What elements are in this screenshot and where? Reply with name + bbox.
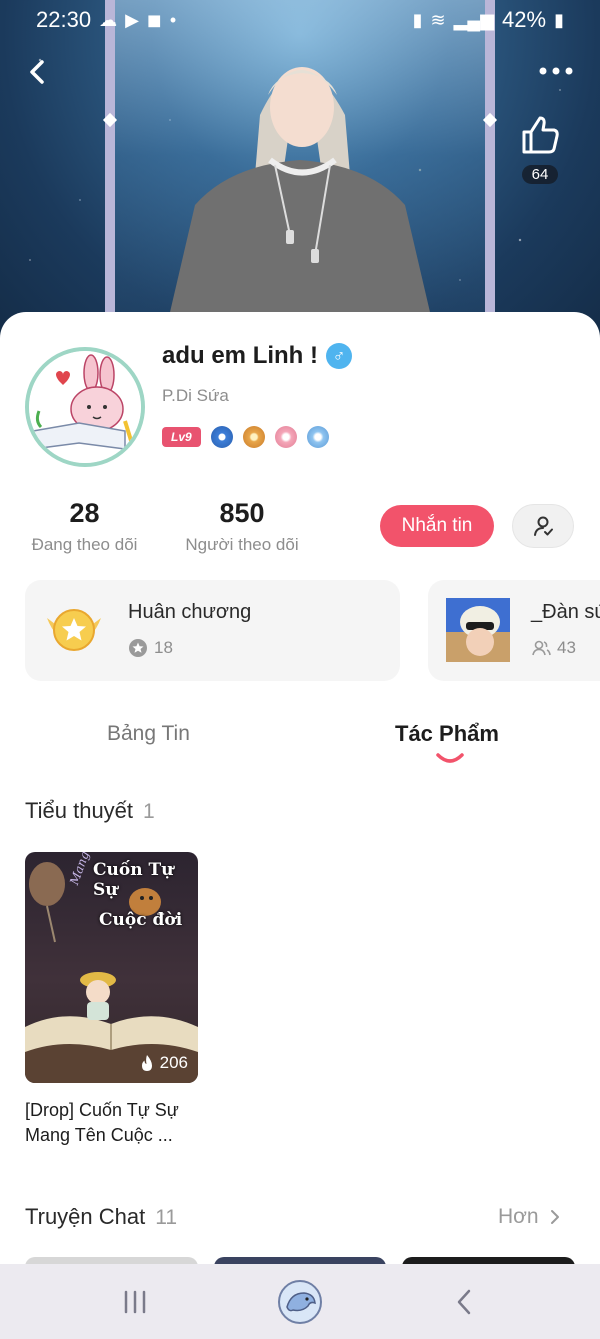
dot-icon: •	[169, 9, 177, 30]
star-badge-icon	[129, 639, 147, 657]
more-dots-icon	[539, 67, 573, 75]
medal-card-meta: 18	[128, 638, 173, 658]
chats-more-label: Hơn	[498, 1205, 539, 1228]
status-time: 22:30	[36, 7, 92, 32]
followers-count: 850	[219, 498, 265, 528]
male-gender-icon: ♂	[326, 343, 352, 369]
level-badge[interactable]: Lv9	[162, 427, 201, 447]
system-back-button[interactable]	[440, 1277, 490, 1327]
cover-text-top: Cuốn Tự Sự	[93, 860, 174, 900]
message-button[interactable]: Nhắn tin	[380, 505, 494, 547]
home-button[interactable]	[275, 1277, 325, 1327]
flame-icon	[141, 1055, 152, 1071]
medal-card[interactable]: Huân chương 18	[25, 580, 400, 681]
like-count: 64	[521, 165, 559, 184]
active-tab-indicator	[436, 753, 464, 763]
novel-views: 206	[140, 1053, 188, 1073]
chats-count: 11	[155, 1206, 178, 1229]
tab-feed[interactable]: Bảng Tin	[107, 722, 190, 746]
novel-title[interactable]: [Drop] Cuốn Tự Sự Mang Tên Cuộc ...	[25, 1098, 215, 1148]
group-member-count: 43	[557, 638, 576, 657]
profile-handle: P.Di Sứa	[162, 386, 229, 405]
bunny-avatar-illustration	[29, 351, 141, 463]
novels-section-header: Tiểu thuyết 1	[25, 798, 155, 824]
back-button[interactable]	[20, 52, 60, 92]
group-card-meta: 43	[531, 638, 576, 658]
followers-label: Người theo dõi	[185, 535, 299, 554]
blue-wing-medal-icon[interactable]	[306, 426, 329, 448]
group-card[interactable]: _Đàn sứa 43	[428, 580, 600, 681]
cloud-icon: ☁	[99, 9, 118, 30]
tab-works[interactable]: Tác Phẩm	[395, 721, 499, 747]
novels-count: 1	[143, 800, 155, 823]
profile-name: adu em Linh ! ♂	[162, 342, 352, 370]
recent-apps-icon	[124, 1290, 146, 1313]
like-button[interactable]: 64	[512, 110, 568, 186]
chevron-left-icon	[30, 60, 44, 84]
chevron-right-icon	[550, 1210, 559, 1224]
system-navigation-bar	[0, 1264, 600, 1339]
novel-views-count: 206	[159, 1053, 188, 1072]
badge-row: Lv9	[162, 426, 329, 448]
recent-apps-button[interactable]	[110, 1277, 160, 1327]
wifi-icon: ≋	[430, 9, 446, 30]
app-notification-icon: ◼	[146, 9, 162, 30]
follow-button[interactable]	[512, 504, 574, 548]
character-illustration	[162, 67, 438, 345]
medal-card-title: Huân chương	[128, 601, 252, 623]
battery-saver-icon: ▮	[412, 9, 423, 30]
chevron-left-icon	[457, 1289, 471, 1314]
novel-cover[interactable]: Cuốn Tự Sự Mang tên Cuộc đời 206	[25, 852, 198, 1083]
chats-more-link[interactable]: Hơn	[498, 1205, 561, 1229]
novels-section-title: Tiểu thuyết	[25, 798, 134, 823]
profile-tabs: Bảng Tin Tác Phẩm	[0, 712, 600, 772]
battery-icon: ▮	[554, 9, 564, 30]
following-count: 28	[69, 498, 100, 528]
youtube-icon: ▶	[125, 9, 139, 30]
followers-stat[interactable]: 850 Người theo dõi	[178, 498, 306, 555]
avatar[interactable]	[25, 347, 145, 467]
members-icon	[532, 640, 551, 656]
gold-medal-icon[interactable]	[242, 426, 265, 448]
battery-percent: 42%	[502, 7, 547, 32]
group-card-title: _Đàn sứa	[531, 601, 600, 623]
user-check-icon	[534, 516, 553, 536]
profile-sheet: adu em Linh ! ♂ P.Di Sứa Lv9 28 Đang the…	[0, 312, 600, 1277]
gold-medal-icon	[47, 609, 101, 651]
following-stat[interactable]: 28 Đang theo dõi	[22, 498, 147, 555]
chats-section-title: Truyện Chat	[25, 1204, 146, 1229]
following-label: Đang theo dõi	[31, 535, 138, 554]
signal-icon: ▂▄▆	[453, 9, 495, 30]
pink-gem-medal-icon[interactable]	[274, 426, 297, 448]
medal-count: 18	[154, 638, 173, 657]
blue-diamond-medal-icon[interactable]	[210, 426, 233, 448]
dolphin-home-icon	[278, 1279, 322, 1324]
group-cover-image	[446, 598, 510, 662]
cover-text-bottom: Cuộc đời	[99, 910, 183, 930]
more-options-button[interactable]	[535, 56, 579, 86]
status-bar: 22:30 ☁ ▶ ◼ • ▮ ≋ ▂▄▆ 42% ▮	[0, 0, 600, 40]
profile-name-text: adu em Linh !	[162, 342, 318, 369]
profile-banner: 22:30 ☁ ▶ ◼ • ▮ ≋ ▂▄▆ 42% ▮ 64	[0, 0, 600, 345]
thumbs-up-icon	[522, 116, 559, 154]
chats-section-header: Truyện Chat 11	[25, 1204, 177, 1230]
